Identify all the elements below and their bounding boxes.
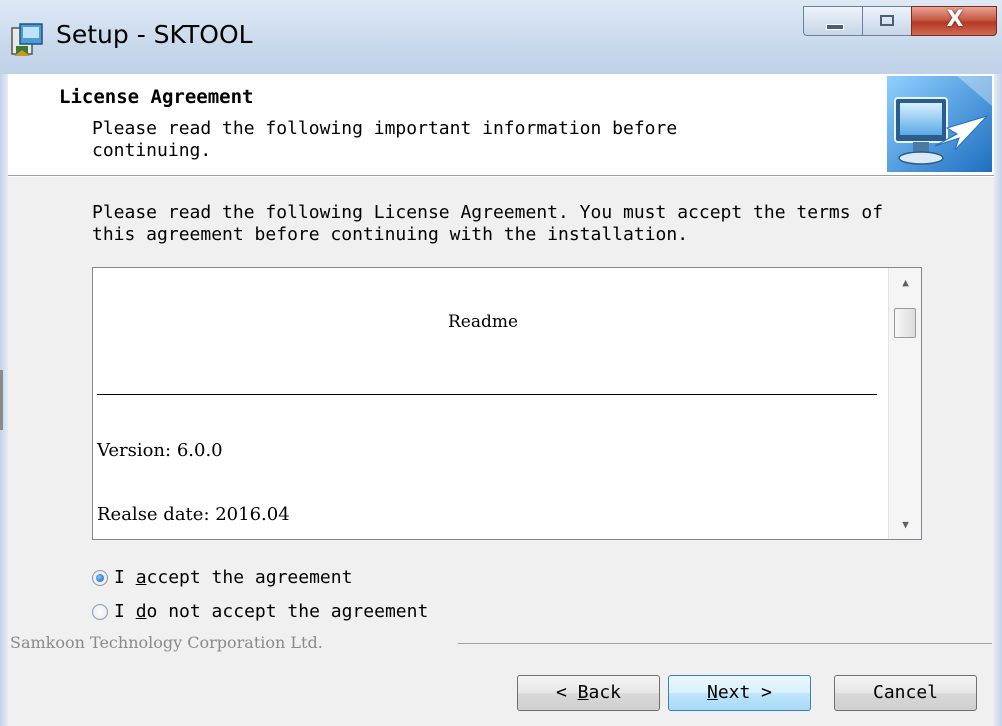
next-button[interactable]: Next > (668, 675, 811, 711)
setup-app-icon (10, 22, 46, 58)
accept-agreement-label[interactable]: I accept the agreement (114, 565, 352, 591)
accept-agreement-radio[interactable]: I accept the agreement (92, 565, 492, 591)
back-button[interactable]: < Back (517, 675, 660, 711)
license-version-line: Version: 6.0.0 (97, 440, 223, 461)
title-bar[interactable]: Setup - SKTOOL X (0, 0, 1002, 74)
license-release-date-line: Realse date: 2016.04 (97, 504, 290, 525)
decline-agreement-radio[interactable]: I do not accept the agreement (92, 599, 492, 625)
next-rest: ext > (717, 682, 773, 703)
label-rest: ccept the agreement (146, 567, 353, 588)
minimize-icon (826, 24, 844, 30)
window-title: Setup - SKTOOL (56, 20, 253, 49)
back-rest: ack (588, 682, 622, 703)
label-rest: o not accept the agreement (146, 601, 429, 622)
maximize-icon (880, 15, 894, 26)
license-scrollbar[interactable]: ▲ ▼ (888, 268, 921, 539)
radio-selected-dot (96, 574, 104, 582)
wizard-image-icon (887, 76, 992, 172)
accelerator-key: N (706, 682, 718, 703)
back-prefix: < (555, 682, 578, 703)
scroll-up-arrow-icon[interactable]: ▲ (889, 268, 921, 296)
page-subtitle: Please read the following important info… (92, 118, 678, 161)
accelerator-key: d (135, 601, 147, 622)
label-prefix: I (114, 601, 136, 622)
accelerator-key: a (135, 567, 147, 588)
scroll-thumb[interactable] (894, 308, 916, 338)
footer-divider (458, 643, 992, 644)
window-edge-marker (0, 370, 3, 430)
company-name: Samkoon Technology Corporation Ltd. (10, 633, 323, 652)
radio-button-unchecked-icon[interactable] (92, 604, 108, 620)
license-horizontal-rule (97, 394, 877, 395)
close-button[interactable]: X (911, 6, 997, 36)
page-title: License Agreement (59, 86, 254, 108)
close-icon: X (946, 7, 964, 32)
accelerator-key: B (577, 682, 589, 703)
instructions-text: Please read the following License Agreem… (92, 202, 884, 245)
decline-agreement-label[interactable]: I do not accept the agreement (114, 599, 428, 625)
license-heading: Readme (447, 312, 519, 332)
window-frame-right (994, 74, 1002, 726)
maximize-button[interactable] (862, 6, 912, 36)
minimize-button[interactable] (803, 6, 863, 36)
radio-button-checked-icon[interactable] (92, 570, 108, 586)
cancel-button[interactable]: Cancel (834, 675, 977, 711)
label-prefix: I (114, 567, 136, 588)
license-text-box[interactable]: Readme Version: 6.0.0 Realse date: 2016.… (92, 267, 922, 540)
scroll-down-arrow-icon[interactable]: ▼ (889, 511, 921, 539)
